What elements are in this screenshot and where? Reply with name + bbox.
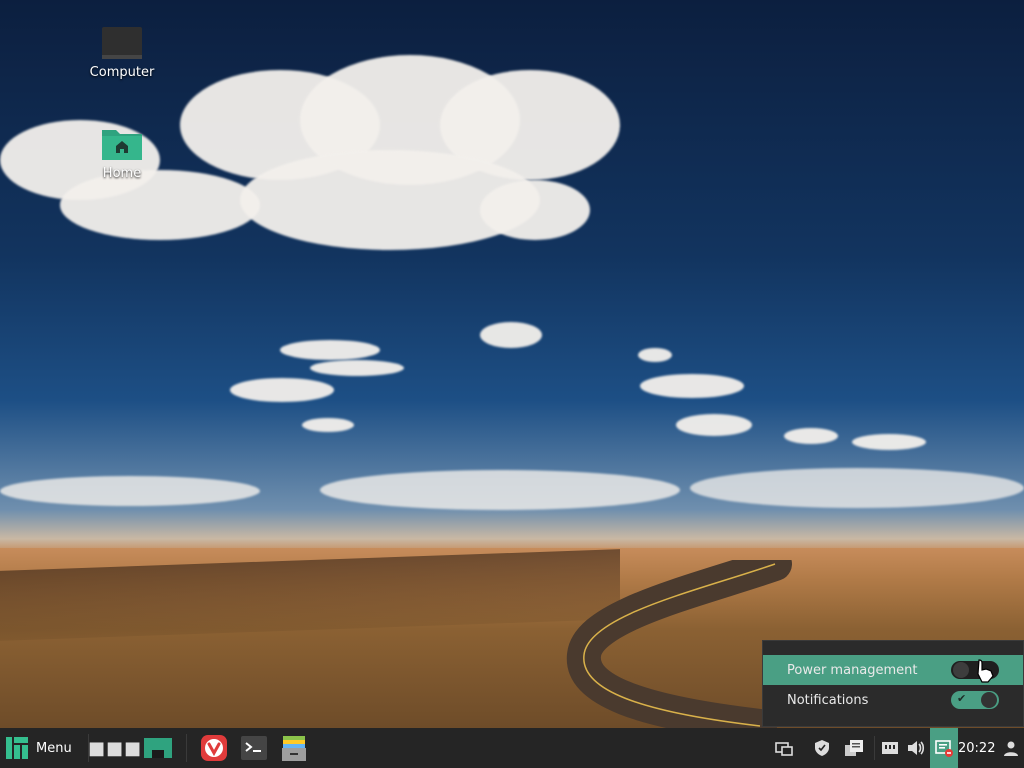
desktop-icon [144,738,172,758]
desktop-icon-computer[interactable]: Computer [77,25,167,80]
notification-disabled-icon [935,740,953,757]
archive-manager-launcher[interactable] [278,728,310,768]
shield-icon[interactable] [812,738,832,758]
mouse-cursor [977,659,994,683]
menu-label: Menu [36,740,72,756]
user-icon[interactable] [1001,738,1021,758]
window-list-icon[interactable] [774,738,794,758]
notifications-item[interactable]: Notifications ✔ [763,685,1023,715]
desktop-icon-home[interactable]: Home [77,126,167,181]
workspace-switcher-button[interactable]: ■■■ [88,728,141,768]
terminal-launcher[interactable] [238,728,270,768]
volume-icon[interactable] [906,738,926,758]
toggle-knob [981,692,997,708]
taskbar: Menu ■■■ 20:22 [0,728,1024,768]
home-folder-icon [101,126,143,162]
vivaldi-launcher[interactable] [198,728,230,768]
notification-tray-button[interactable] [930,728,958,768]
network-wired-icon[interactable] [880,738,900,758]
desktop-icon-label: Home [102,166,142,181]
desktop-wallpaper [0,0,1024,728]
archive-icon [282,736,306,761]
manjaro-logo-icon [6,737,28,759]
menu-button[interactable]: Menu [6,728,82,768]
clock[interactable]: 20:22 [958,728,995,768]
separator [874,736,875,760]
notifications-toggle[interactable]: ✔ [951,691,999,709]
vivaldi-icon [201,735,227,761]
desktop-icon-label: Computer [89,65,155,80]
dots-icon: ■■■ [87,737,143,759]
clipboard-icon[interactable] [844,738,864,758]
notifications-label: Notifications [787,692,869,708]
terminal-icon [241,736,267,760]
separator [186,734,187,762]
computer-icon [101,25,143,61]
power-management-label: Power management [787,662,918,678]
toggle-knob [953,662,969,678]
check-icon: ✔ [957,692,967,705]
show-desktop-button[interactable] [140,728,176,768]
